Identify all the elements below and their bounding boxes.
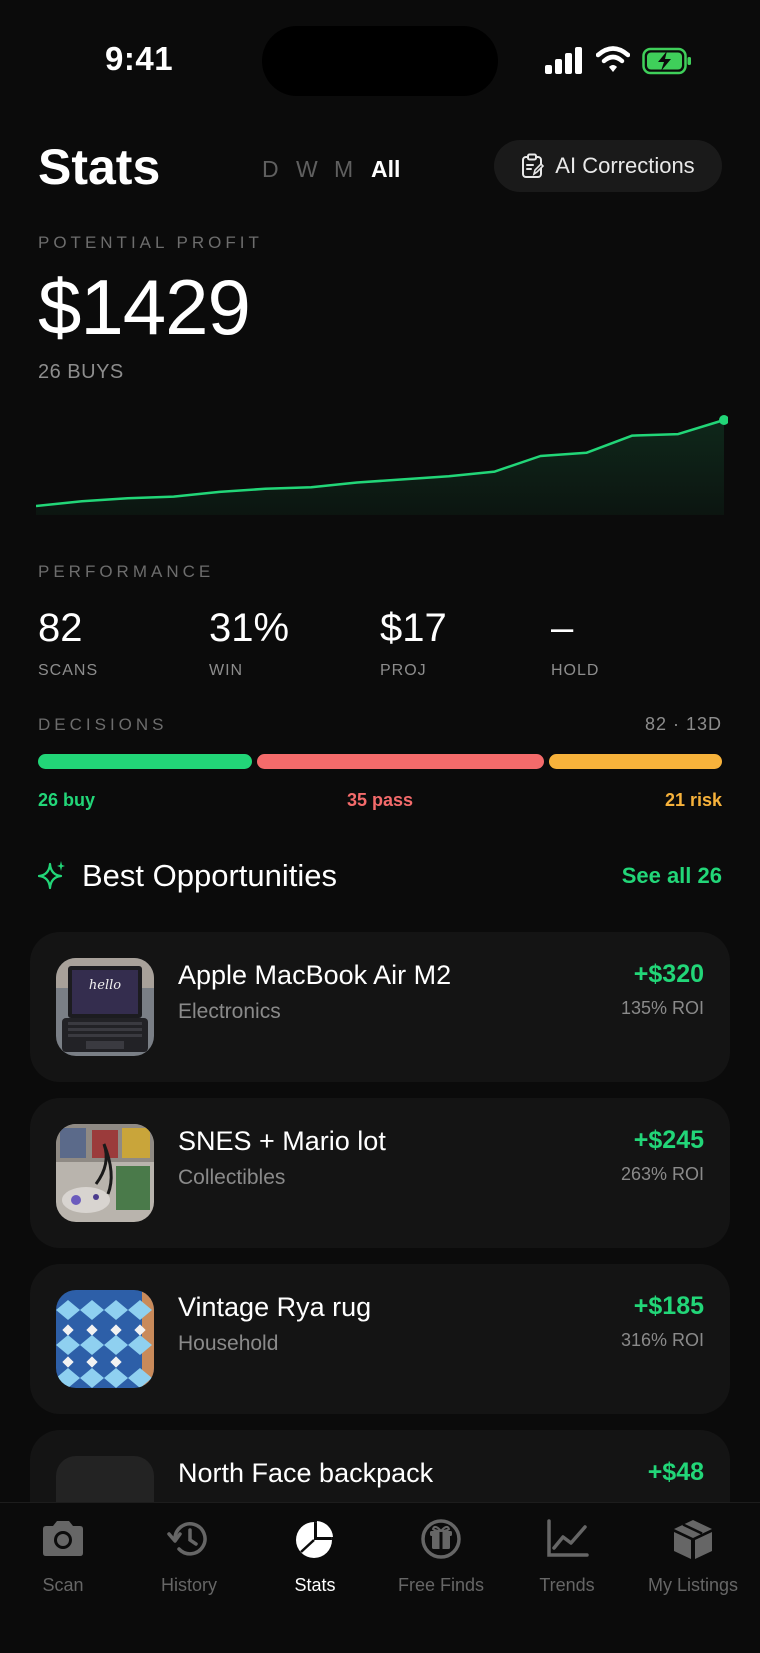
item-profit: +$185 bbox=[633, 1292, 704, 1320]
stat-proj-value: $17 bbox=[380, 606, 447, 650]
snes-thumbnail bbox=[56, 1124, 154, 1222]
dynamic-island bbox=[262, 26, 498, 96]
tab-label: Scan bbox=[42, 1575, 84, 1595]
history-icon bbox=[167, 1522, 207, 1556]
decision-bar-pass bbox=[256, 754, 545, 769]
battery-charging-icon bbox=[642, 47, 691, 75]
item-name: Apple MacBook Air M2 bbox=[178, 960, 452, 990]
ai-corrections-button[interactable]: AI Corrections bbox=[494, 140, 722, 192]
see-all-link[interactable]: See all 26 bbox=[560, 863, 722, 889]
trend-chart-icon bbox=[547, 1519, 589, 1557]
item-category: Household bbox=[178, 1332, 279, 1355]
item-roi: 263% ROI bbox=[620, 1164, 704, 1184]
tab-scan[interactable]: Scan bbox=[0, 1517, 126, 1596]
tab-label: My Listings bbox=[647, 1575, 739, 1595]
chart-area-fill bbox=[36, 420, 724, 515]
tab-label: Trends bbox=[539, 1575, 595, 1595]
tab-free-finds[interactable]: Free Finds bbox=[378, 1517, 504, 1596]
stat-proj-label: PROJ bbox=[380, 662, 427, 679]
filter-month[interactable]: M bbox=[334, 156, 353, 183]
tab-label: Free Finds bbox=[397, 1575, 485, 1595]
item-name: Vintage Rya rug bbox=[178, 1292, 372, 1322]
stat-hold-label: HOLD bbox=[551, 662, 600, 679]
item-roi: 316% ROI bbox=[620, 1330, 704, 1350]
tab-label: History bbox=[160, 1575, 217, 1595]
cellular-signal-icon bbox=[545, 47, 582, 74]
filter-week[interactable]: W bbox=[296, 156, 318, 183]
tab-bar: Scan History Stats Free Finds Trends My … bbox=[0, 1502, 760, 1653]
gift-icon bbox=[421, 1519, 461, 1559]
item-profit: +$320 bbox=[633, 960, 704, 988]
buys-count: 26 BUYS bbox=[38, 361, 124, 383]
performance-caption: PERFORMANCE bbox=[38, 562, 215, 581]
stat-scans-value: 82 bbox=[38, 606, 83, 650]
sparkle-icon bbox=[38, 861, 65, 890]
clipboard-edit-icon bbox=[522, 153, 545, 178]
opportunity-card-rug[interactable]: Vintage Rya rug Household +$185 316% ROI bbox=[30, 1264, 730, 1414]
status-time: 9:41 bbox=[105, 40, 174, 77]
item-category: Electronics bbox=[178, 1000, 281, 1023]
rug-thumbnail bbox=[56, 1290, 154, 1388]
box-icon bbox=[674, 1520, 712, 1559]
item-name: SNES + Mario lot bbox=[178, 1126, 386, 1156]
ai-corrections-label: AI Corrections bbox=[555, 153, 695, 178]
tab-my-listings[interactable]: My Listings bbox=[630, 1517, 756, 1596]
potential-profit-caption: POTENTIAL PROFIT bbox=[38, 233, 263, 252]
macbook-thumbnail: hello bbox=[56, 958, 154, 1056]
tab-history[interactable]: History bbox=[126, 1517, 252, 1596]
decision-risk-label: 21 risk bbox=[664, 790, 722, 810]
stat-win-value: 31% bbox=[209, 606, 290, 650]
profit-chart bbox=[36, 415, 728, 515]
stat-hold-value: – bbox=[551, 606, 574, 650]
tab-trends[interactable]: Trends bbox=[504, 1517, 630, 1596]
pie-chart-icon bbox=[296, 1521, 333, 1558]
filter-all[interactable]: All bbox=[371, 156, 400, 183]
tab-label: Stats bbox=[294, 1575, 336, 1595]
camera-icon bbox=[43, 1521, 83, 1556]
item-category: Collectibles bbox=[178, 1166, 286, 1189]
macbook-screen-text: hello bbox=[88, 978, 122, 993]
opportunity-card-macbook[interactable]: hello Apple MacBook Air M2 Electronics +… bbox=[30, 932, 730, 1082]
item-name: North Face backpack bbox=[178, 1458, 434, 1488]
item-profit: +$48 bbox=[647, 1458, 704, 1486]
tab-stats[interactable]: Stats bbox=[252, 1517, 378, 1596]
decisions-caption: DECISIONS bbox=[38, 715, 168, 734]
decision-bar-risk bbox=[549, 754, 722, 769]
decision-pass-label: 35 pass bbox=[346, 790, 414, 810]
page-title: Stats bbox=[38, 139, 161, 195]
decision-buy-label: 26 buy bbox=[38, 790, 96, 810]
filter-day[interactable]: D bbox=[262, 156, 279, 183]
opportunity-card-snes[interactable]: SNES + Mario lot Collectibles +$245 263%… bbox=[30, 1098, 730, 1248]
potential-profit-value: $1429 bbox=[38, 263, 251, 351]
stat-scans-label: SCANS bbox=[38, 662, 99, 679]
best-opportunities-title: Best Opportunities bbox=[82, 858, 338, 893]
stat-win-label: WIN bbox=[209, 662, 244, 679]
wifi-icon bbox=[596, 46, 630, 72]
decisions-summary: 82 · 13D bbox=[644, 714, 722, 734]
item-profit: +$245 bbox=[633, 1126, 704, 1154]
item-roi: 135% ROI bbox=[620, 998, 704, 1018]
decision-bar-buy bbox=[38, 754, 252, 769]
